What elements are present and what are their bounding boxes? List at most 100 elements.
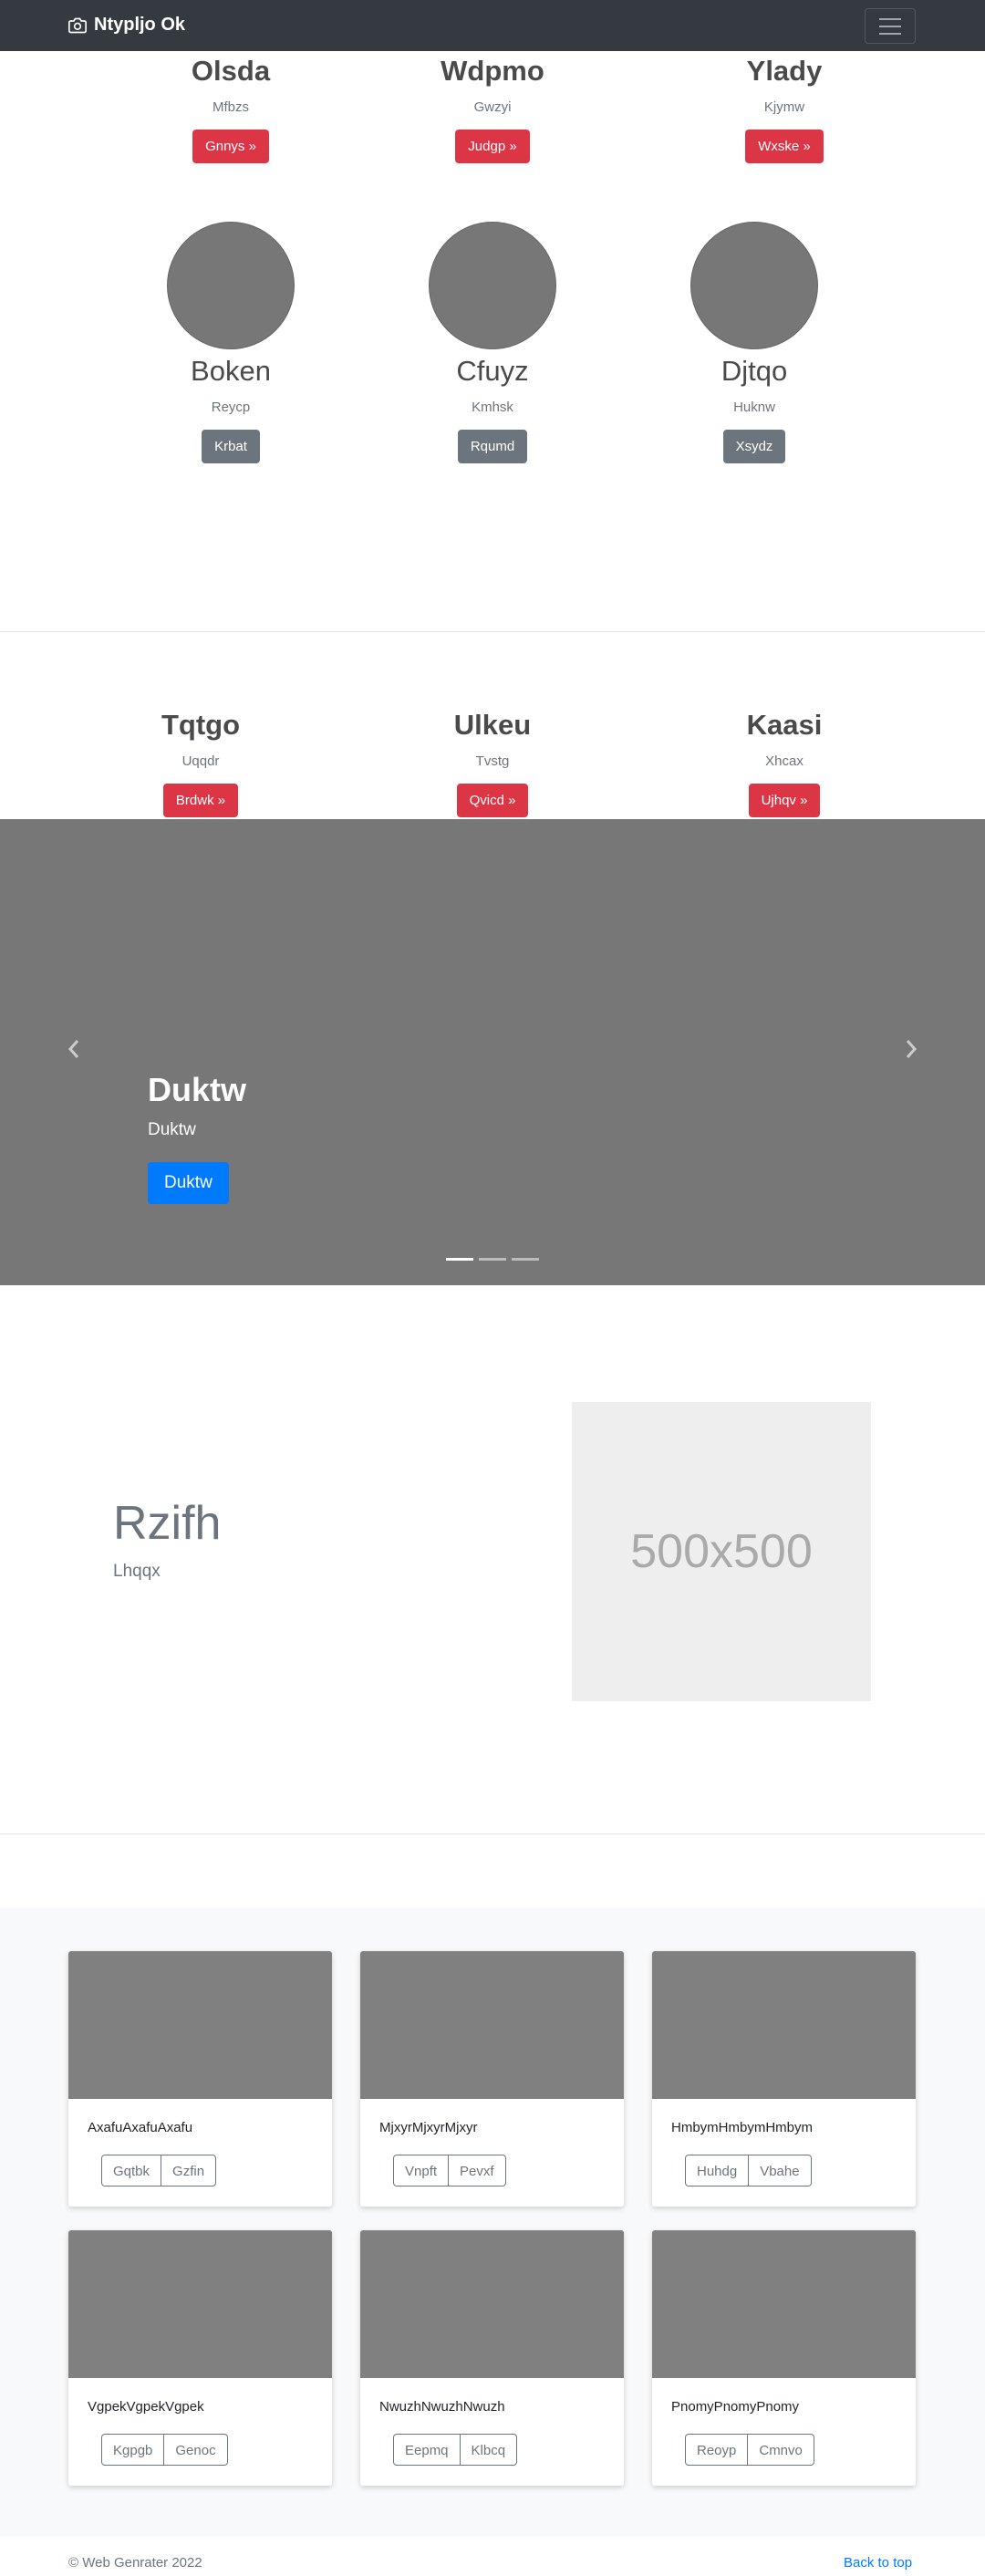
brand-name: Ntypljo Ok: [94, 15, 186, 35]
carousel-indicator[interactable]: [446, 1258, 473, 1261]
column-4: Tqtgo Uqqdr Brdwk »: [64, 711, 337, 817]
avatar: [429, 222, 556, 349]
card-text: VgpekVgpekVgpek: [88, 2399, 204, 2415]
card-thumbnail: [652, 1951, 916, 2099]
profile-text: Reycp: [211, 400, 251, 415]
card-button[interactable]: Vnpft: [393, 2155, 450, 2186]
carousel-indicator[interactable]: [512, 1258, 539, 1261]
card-thumbnail: [68, 2230, 332, 2378]
album-card: AxafuAxafuAxafu Gqtbk Gzfin: [68, 1951, 332, 2207]
column-text: Tvstg: [475, 753, 510, 769]
footer-copyright: © Web Genrater 2022: [68, 2555, 202, 2571]
card-button-group: Kgpgb Genoc: [101, 2434, 228, 2466]
card-text: HmbymHmbymHmbym: [671, 2120, 813, 2135]
feature-heading: Rzifh: [113, 1497, 222, 1550]
album-section: AxafuAxafuAxafu Gqtbk Gzfin MjxyrMjxyrMj…: [0, 1907, 985, 2537]
column-2: Wdpmo Gwzyi Judgp »: [356, 57, 629, 163]
avatar: [690, 222, 818, 349]
column-text: Xhcax: [765, 753, 804, 769]
column-heading: Ylady: [746, 55, 823, 87]
column-text: Gwzyi: [473, 99, 512, 115]
card-thumbnail: [652, 2230, 916, 2378]
column-6: Kaasi Xhcax Ujhqv »: [648, 711, 921, 817]
section-divider: [0, 1833, 985, 1834]
carousel-indicators: [446, 1258, 539, 1261]
card-thumbnail: [360, 2230, 624, 2378]
card-button[interactable]: Genoc: [164, 2434, 228, 2466]
card-button[interactable]: Kgpgb: [101, 2434, 165, 2466]
carousel-title: Duktw: [148, 1071, 246, 1108]
profile-heading: Djtqo: [721, 355, 788, 387]
album-card: VgpekVgpekVgpek Kgpgb Genoc: [68, 2230, 332, 2486]
profile-heading: Boken: [191, 355, 271, 387]
carousel-button[interactable]: Duktw: [148, 1162, 229, 1204]
carousel: Duktw Duktw Duktw: [0, 819, 985, 1285]
card-button[interactable]: Gzfin: [161, 2155, 217, 2186]
column-heading: Ulkeu: [453, 709, 532, 741]
profile-column-3: Djtqo Huknw Xsydz: [617, 222, 891, 463]
profile-heading: Cfuyz: [456, 355, 529, 387]
column-3: Ylady Kjymw Wxske »: [648, 57, 921, 163]
album-card: MjxyrMjxyrMjxyr Vnpft Pevxf: [360, 1951, 624, 2207]
card-button[interactable]: Gqtbk: [101, 2155, 162, 2186]
column-text: Kjymw: [763, 99, 805, 115]
column-5: Ulkeu Tvstg Qvicd »: [356, 711, 629, 817]
column-text: Mfbzs: [212, 99, 249, 115]
column-heading: Olsda: [191, 55, 271, 87]
profile-column-1: Boken Reycp Krbat: [94, 222, 368, 463]
card-thumbnail: [68, 1951, 332, 2099]
column-button[interactable]: Brdwk »: [162, 784, 239, 817]
column-button[interactable]: Qvicd »: [456, 784, 529, 817]
column-button[interactable]: Ujhqv »: [748, 784, 821, 817]
navbar: Ntypljo Ok: [0, 0, 985, 51]
carousel-prev-icon[interactable]: [66, 1038, 82, 1060]
section-divider: [0, 631, 985, 632]
placeholder-label: 500x500: [630, 1525, 813, 1578]
camera-icon: [68, 17, 87, 33]
carousel-next-icon[interactable]: [903, 1038, 919, 1060]
card-thumbnail: [360, 1951, 624, 2099]
column-button[interactable]: Judgp »: [455, 130, 530, 163]
card-button[interactable]: Pevxf: [449, 2155, 506, 2186]
hamburger-icon: [879, 17, 901, 20]
album-card: HmbymHmbymHmbym Huhdg Vbahe: [652, 1951, 916, 2207]
feature-subheading: Lhqqx: [113, 1562, 161, 1581]
card-button[interactable]: Klbcq: [460, 2434, 518, 2466]
column-1: Olsda Mfbzs Gnnys »: [94, 57, 368, 163]
profile-button[interactable]: Xsydz: [722, 430, 786, 463]
album-card: PnomyPnomyPnomy Reoyp Cmnvo: [652, 2230, 916, 2486]
column-heading: Tqtgo: [161, 709, 241, 741]
navbar-toggler-button[interactable]: [865, 8, 916, 44]
card-button-group: Gqtbk Gzfin: [101, 2155, 217, 2186]
profile-column-2: Cfuyz Kmhsk Rqumd: [356, 222, 629, 463]
card-button[interactable]: Vbahe: [749, 2155, 812, 2186]
placeholder-image: 500x500: [572, 1402, 871, 1701]
column-button[interactable]: Gnnys »: [192, 130, 269, 163]
card-button-group: Reoyp Cmnvo: [685, 2434, 814, 2466]
card-button-group: Vnpft Pevxf: [393, 2155, 506, 2186]
column-heading: Wdpmo: [441, 55, 544, 87]
card-text: NwuzhNwuzhNwuzh: [379, 2399, 505, 2415]
card-button[interactable]: Cmnvo: [748, 2434, 814, 2466]
avatar: [167, 222, 295, 349]
album-card: NwuzhNwuzhNwuzh Eepmq Klbcq: [360, 2230, 624, 2486]
card-button[interactable]: Huhdg: [685, 2155, 750, 2186]
card-text: MjxyrMjxyrMjxyr: [379, 2120, 478, 2135]
profile-button[interactable]: Krbat: [202, 430, 260, 463]
back-to-top-link[interactable]: Back to top: [844, 2555, 912, 2571]
card-text: AxafuAxafuAxafu: [88, 2120, 193, 2135]
card-button[interactable]: Reoyp: [685, 2434, 749, 2466]
brand-link[interactable]: Ntypljo Ok: [68, 15, 185, 36]
carousel-indicator[interactable]: [479, 1258, 506, 1261]
column-button[interactable]: Wxske »: [745, 130, 824, 163]
card-text: PnomyPnomyPnomy: [671, 2399, 800, 2415]
profile-button[interactable]: Rqumd: [457, 430, 528, 463]
profile-text: Kmhsk: [472, 400, 513, 415]
column-text: Uqqdr: [181, 753, 220, 769]
profile-text: Huknw: [733, 400, 775, 415]
card-button[interactable]: Eepmq: [393, 2434, 461, 2466]
column-heading: Kaasi: [746, 709, 823, 741]
card-button-group: Huhdg Vbahe: [685, 2155, 812, 2186]
carousel-subtitle: Duktw: [148, 1120, 196, 1139]
card-button-group: Eepmq Klbcq: [393, 2434, 518, 2466]
